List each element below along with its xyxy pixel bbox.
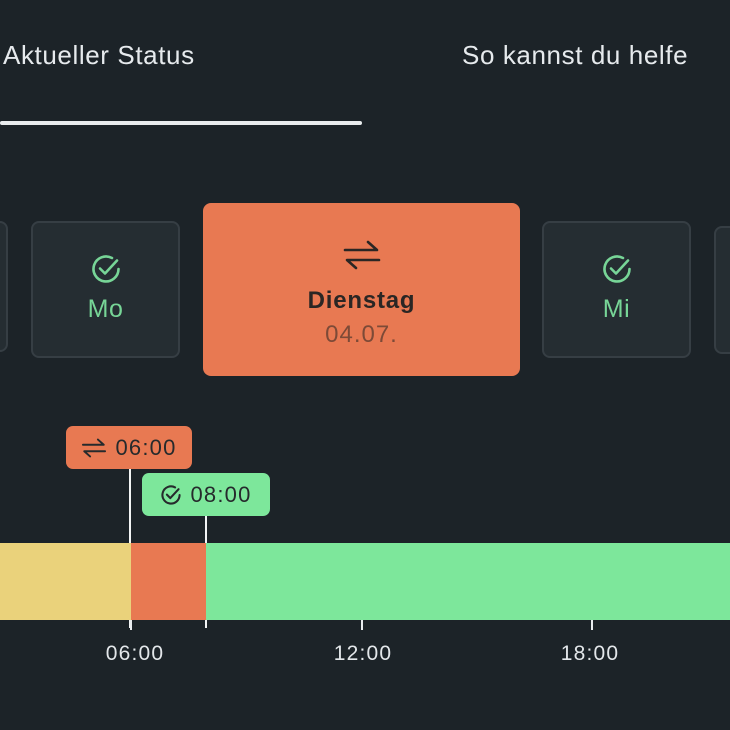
check-circle-icon	[91, 255, 120, 283]
day-label-wednesday: Mi	[602, 295, 631, 323]
event-time: 06:00	[115, 434, 177, 460]
timeline-tick-label: 12:00	[333, 642, 393, 665]
day-label-monday: Mo	[87, 295, 124, 323]
timeline-segment-green	[206, 543, 730, 620]
swap-arrows-icon	[343, 240, 380, 270]
active-tab-indicator	[0, 121, 362, 125]
event-time: 08:00	[190, 481, 252, 507]
swap-arrows-icon	[82, 438, 107, 457]
timeline-segment-yellow	[0, 543, 131, 620]
day-card-selected-tuesday[interactable]: Dienstag 04.07.	[203, 203, 520, 376]
timeline-tick	[361, 620, 363, 630]
selected-day-date: 04.07.	[325, 321, 398, 348]
timeline-tick	[130, 620, 132, 630]
check-circle-icon	[161, 484, 182, 505]
timeline-tick-label: 06:00	[105, 642, 165, 665]
tab-aktueller-status[interactable]: Aktueller Status	[3, 40, 195, 71]
tab-so-kannst-du-helfen[interactable]: So kannst du helfe	[462, 40, 688, 71]
check-circle-icon	[602, 255, 631, 283]
timeline-segment-orange	[131, 543, 206, 620]
event-pill-swap[interactable]: 06:00	[66, 426, 192, 469]
selected-day-title: Dienstag	[307, 287, 416, 314]
day-card-monday[interactable]: Mo	[31, 221, 180, 358]
timeline-tick	[591, 620, 593, 630]
day-card-wednesday[interactable]: Mi	[542, 221, 691, 358]
event-pill-check[interactable]: 08:00	[142, 473, 270, 516]
timeline-tick-label: 18:00	[560, 642, 620, 665]
day-card-previous[interactable]	[0, 221, 8, 352]
day-card-next[interactable]	[714, 226, 730, 354]
